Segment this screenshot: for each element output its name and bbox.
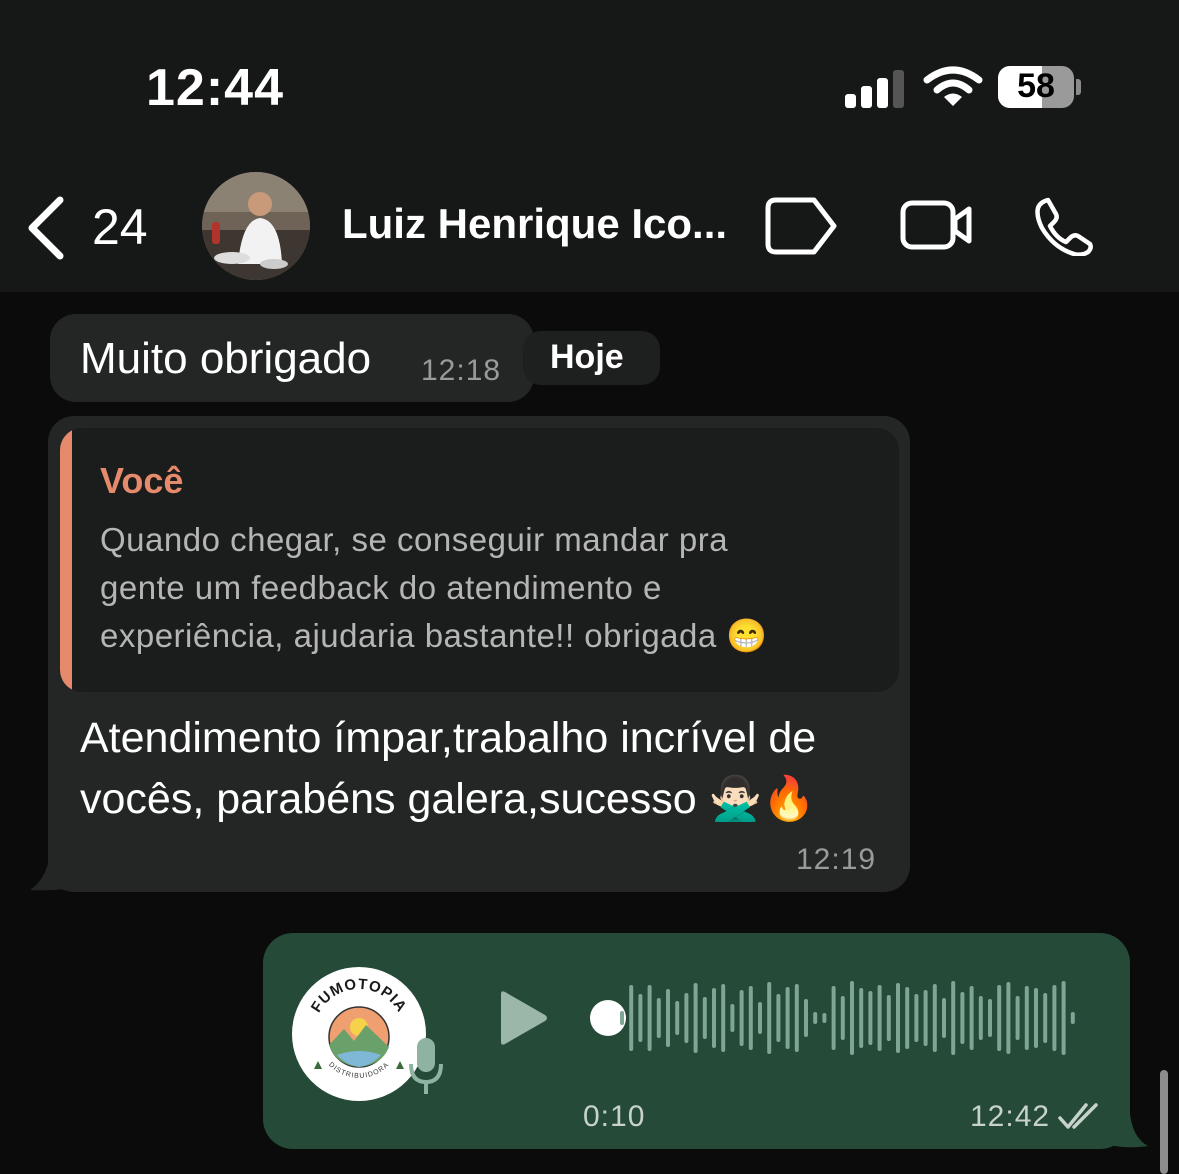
voice-waveform[interactable]: [590, 978, 1090, 1058]
quoted-text-line: gente um feedback do atendimento e: [100, 569, 662, 606]
status-time: 12:44: [146, 59, 284, 117]
play-icon[interactable]: [497, 990, 549, 1046]
message-time: 12:18: [421, 354, 502, 387]
battery-cap: [1076, 79, 1081, 95]
wifi-icon: [923, 66, 983, 106]
battery-level: 58: [1017, 67, 1055, 105]
quoted-author: Você: [100, 460, 184, 501]
quote-accent-bar: [60, 428, 72, 692]
double-check-icon: [1058, 1103, 1098, 1129]
voice-note-sender-avatar: FUMOTOPIA DISTRIBUIDORA: [292, 967, 426, 1101]
contact-avatar[interactable]: [202, 172, 310, 280]
date-separator-label: Hoje: [550, 338, 624, 376]
fumotopia-logo: FUMOTOPIA DISTRIBUIDORA: [293, 968, 425, 1100]
message-text-line: Atendimento ímpar,trabalho incrível de: [80, 714, 817, 762]
unread-count[interactable]: 24: [92, 198, 148, 256]
chevron-left-icon[interactable]: [24, 196, 68, 260]
phone-icon[interactable]: [1034, 196, 1094, 256]
message-text: Muito obrigado: [80, 334, 372, 383]
message-time: 12:19: [796, 843, 877, 876]
scrollbar[interactable]: [1160, 1070, 1168, 1174]
avatar-photo: [202, 172, 310, 280]
tag-icon[interactable]: [764, 196, 838, 256]
contact-name[interactable]: Luiz Henrique Ico...: [342, 200, 727, 248]
video-camera-icon[interactable]: [900, 200, 972, 250]
voice-duration: 0:10: [583, 1100, 646, 1133]
message-text-line: vocês, parabéns galera,sucesso 🙅🏻‍♂️🔥: [80, 775, 816, 823]
cellular-signal-icon: [845, 68, 905, 108]
quoted-text-line: Quando chegar, se conseguir mandar pra: [100, 521, 729, 558]
message-time: 12:42: [970, 1100, 1051, 1133]
battery-indicator: 58: [998, 66, 1074, 108]
microphone-icon: [409, 1038, 443, 1094]
quoted-text-line: experiência, ajudaria bastante!! obrigad…: [100, 617, 768, 654]
